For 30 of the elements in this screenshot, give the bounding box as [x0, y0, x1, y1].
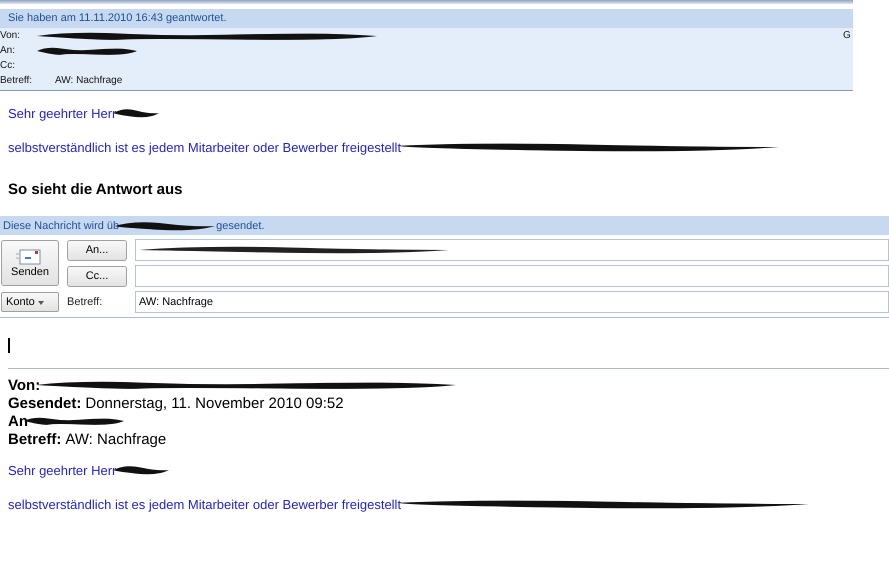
caret-icon	[38, 301, 44, 305]
field-label: G	[843, 30, 851, 41]
subject-label: Betreff:	[67, 296, 104, 308]
body-text: selbstverständlich ist es jedem Mitarbeiter oder Bewerber freigestellt	[8, 140, 402, 154]
field-value: AW: Nachfrage	[55, 75, 122, 86]
text-cursor	[8, 338, 10, 353]
info-text: Diese Nachricht wird üb	[3, 220, 120, 232]
account-button[interactable]: Konto	[1, 292, 59, 312]
field-label: Betreff:	[8, 430, 62, 448]
field-value: AW: Nachfrage	[65, 430, 166, 448]
body-text: selbstverständlich ist es jedem Mitarbeiter oder Bewerber freigestellt	[8, 496, 402, 512]
send-button[interactable]: Senden	[1, 240, 59, 286]
subject-field[interactable]: AW: Nachfrage	[135, 291, 889, 313]
field-label: An	[8, 412, 28, 430]
field-label: Von:	[0, 30, 22, 41]
to-button[interactable]: An...	[67, 240, 127, 260]
field-label: Von:	[8, 376, 40, 394]
cc-field[interactable]	[135, 265, 889, 287]
greeting-text: Sehr geehrter Herr	[8, 462, 116, 478]
info-bar: Sie haben am 11.11.2010 16:43 geantwortet.	[0, 9, 853, 28]
cc-button[interactable]: Cc...	[67, 266, 127, 286]
field-label: An:	[0, 45, 16, 56]
greeting-text: Sehr geehrter Herr	[8, 106, 116, 120]
section-heading: So sieht die Antwort aus	[8, 181, 184, 198]
field-value: Donnerstag, 11. November 2010 09:52	[85, 394, 344, 412]
to-field[interactable]	[135, 239, 889, 261]
field-label: Cc:	[0, 60, 16, 71]
field-label: Gesendet:	[8, 394, 82, 412]
field-label: Betreff:	[0, 75, 34, 86]
info-text: gesendet.	[216, 220, 264, 232]
